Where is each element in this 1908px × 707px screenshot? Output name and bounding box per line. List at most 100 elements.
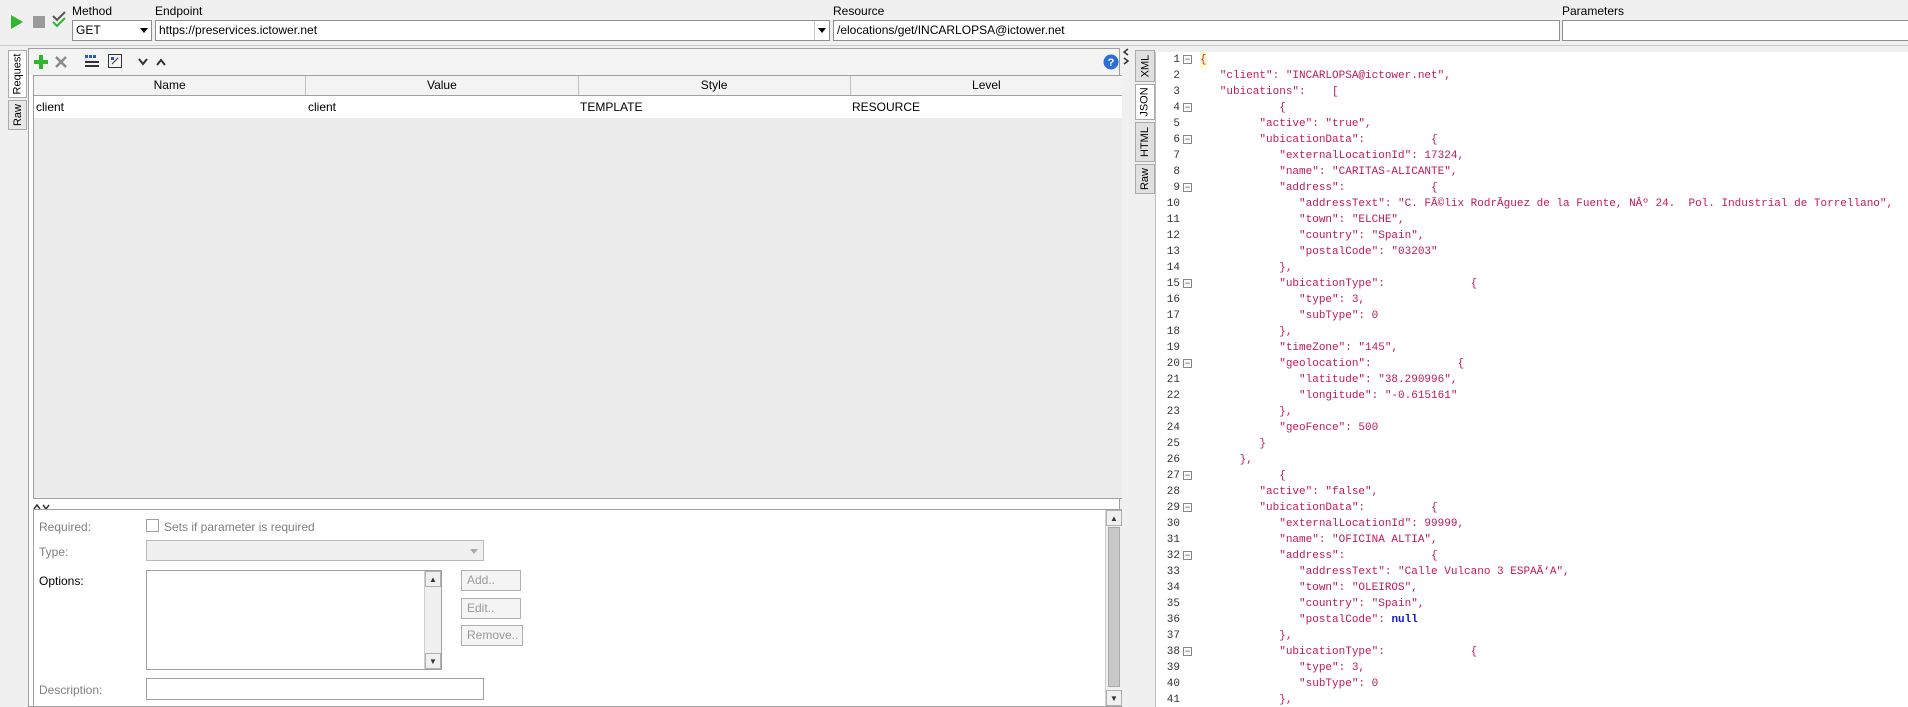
tab-raw-response[interactable]: Raw [1135, 164, 1155, 194]
column-level[interactable]: Level [851, 76, 1122, 95]
code-line: "addressText": "C. FÃ©lix RodrÃ­guez de … [1200, 198, 1894, 210]
fold-toggle-icon[interactable]: − [1183, 103, 1192, 112]
line-number: 30 [1166, 518, 1180, 530]
move-up-icon[interactable] [153, 54, 169, 70]
delete-icon[interactable] [53, 54, 69, 70]
resource-input[interactable]: /elocations/get/INCARLOPSA@ictower.net [833, 20, 1560, 41]
code-line: "postalCode": null [1200, 614, 1418, 626]
code-line: "externalLocationId": 17324, [1200, 150, 1465, 162]
line-number: 38 [1166, 646, 1180, 658]
code-line: "country": "Spain", [1200, 230, 1425, 242]
line-number: 12 [1166, 230, 1180, 242]
code-line: "active": "true", [1200, 118, 1372, 130]
line-number: 36 [1166, 614, 1180, 626]
tab-json-label: JSON [1139, 87, 1151, 117]
line-number: 13 [1166, 246, 1180, 258]
remove-option-button[interactable]: Remove.. [461, 625, 523, 646]
scroll-thumb[interactable] [1108, 527, 1120, 687]
fold-toggle-icon[interactable]: − [1183, 359, 1192, 368]
chevron-down-icon [470, 549, 478, 554]
code-line: }, [1200, 262, 1293, 274]
column-name[interactable]: Name [34, 76, 307, 95]
table-row[interactable]: client client TEMPLATE RESOURCE [34, 96, 1122, 118]
fold-toggle-icon[interactable]: − [1183, 279, 1192, 288]
line-number: 9 [1173, 182, 1180, 194]
code-line: "town": "OLEIROS", [1200, 582, 1418, 594]
help-icon[interactable]: ? [1103, 54, 1119, 70]
stop-icon[interactable] [31, 14, 47, 30]
move-down-icon[interactable] [135, 54, 151, 70]
code-line: "ubicationType": { [1200, 278, 1478, 290]
tab-html[interactable]: HTML [1135, 122, 1155, 162]
parameters-input[interactable] [1562, 20, 1908, 41]
method-value: GET [76, 23, 101, 37]
line-number: 15 [1166, 278, 1180, 290]
edit-option-button[interactable]: Edit.. [461, 598, 521, 619]
json-viewer[interactable]: 1−2 3 4−5 6−7 8 9−10 11 12 13 14 15−16 17 18 19 20−21 2… [1155, 52, 1908, 707]
fold-toggle-icon[interactable]: − [1183, 647, 1192, 656]
split-divider[interactable] [1122, 46, 1130, 707]
options-list[interactable]: ▲ ▼ [146, 570, 442, 670]
cell-name[interactable]: client [34, 96, 306, 118]
scroll-up-icon[interactable]: ▲ [1106, 510, 1122, 526]
code-line: "addressText": "Calle Vulcano 3 ESPAÃ‘A"… [1200, 566, 1570, 578]
parameter-properties: Required: Sets if parameter is required … [33, 509, 1123, 707]
add-option-button[interactable]: Add.. [461, 570, 521, 591]
line-number: 21 [1166, 374, 1180, 386]
method-select[interactable]: GET [72, 20, 152, 41]
fold-toggle-icon[interactable]: − [1183, 55, 1192, 64]
add-icon[interactable] [33, 54, 49, 70]
tab-json[interactable]: JSON [1135, 84, 1155, 120]
line-number: 40 [1166, 678, 1180, 690]
code-line: { [1200, 102, 1286, 114]
fold-toggle-icon[interactable]: − [1183, 135, 1192, 144]
chevron-down-icon[interactable] [814, 21, 829, 40]
tab-xml[interactable]: XML [1135, 50, 1155, 82]
column-value[interactable]: Value [306, 76, 579, 95]
chevron-down-icon[interactable] [136, 21, 151, 40]
tab-raw[interactable]: Raw [8, 100, 27, 130]
properties-scrollbar[interactable]: ▲ ▼ [1105, 510, 1122, 706]
line-number: 35 [1166, 598, 1180, 610]
line-number: 18 [1166, 326, 1180, 338]
cell-value[interactable]: client [306, 96, 578, 118]
code-line: { [1200, 470, 1286, 482]
scroll-up-icon[interactable]: ▲ [425, 571, 441, 587]
parameters-label: Parameters [1562, 4, 1625, 18]
type-select[interactable] [146, 540, 484, 561]
required-checkbox[interactable] [146, 519, 159, 532]
cell-style[interactable]: TEMPLATE [578, 96, 850, 118]
options-scrollbar[interactable]: ▲ ▼ [424, 571, 441, 669]
clear-icon[interactable] [84, 53, 100, 69]
code-line: "address": { [1200, 550, 1438, 562]
code-line: "address": { [1200, 182, 1438, 194]
code-line: "postalCode": "03203" [1200, 246, 1438, 258]
fold-toggle-icon[interactable]: − [1183, 183, 1192, 192]
scroll-down-icon[interactable]: ▼ [1106, 690, 1122, 706]
code-line: "ubicationData": { [1200, 502, 1438, 514]
collapse-arrows-icon[interactable] [1123, 48, 1129, 66]
fold-toggle-icon[interactable]: − [1183, 503, 1192, 512]
line-number: 34 [1166, 582, 1180, 594]
fold-toggle-icon[interactable]: − [1183, 551, 1192, 560]
svg-text:?: ? [1108, 57, 1115, 69]
scroll-down-icon[interactable]: ▼ [425, 653, 441, 669]
validate-icon[interactable] [51, 11, 67, 28]
import-icon[interactable] [107, 53, 123, 69]
tab-raw-response-label: Raw [1139, 167, 1152, 191]
fold-toggle-icon[interactable]: − [1183, 471, 1192, 480]
null-literal: null [1391, 614, 1418, 626]
code-line: "geoFence": 500 [1200, 422, 1379, 434]
panel-splitter[interactable] [33, 500, 1123, 511]
line-number: 17 [1166, 310, 1180, 322]
description-input[interactable] [146, 678, 484, 700]
run-icon[interactable] [9, 14, 25, 30]
column-style[interactable]: Style [579, 76, 851, 95]
type-label: Type: [39, 545, 69, 559]
cell-level[interactable]: RESOURCE [850, 96, 1122, 118]
tab-request[interactable]: Request [8, 50, 27, 98]
line-number: 23 [1166, 406, 1180, 418]
endpoint-input[interactable]: https://preservices.ictower.net [155, 20, 830, 41]
code-line: } [1200, 438, 1267, 450]
code-line: }, [1200, 326, 1293, 338]
